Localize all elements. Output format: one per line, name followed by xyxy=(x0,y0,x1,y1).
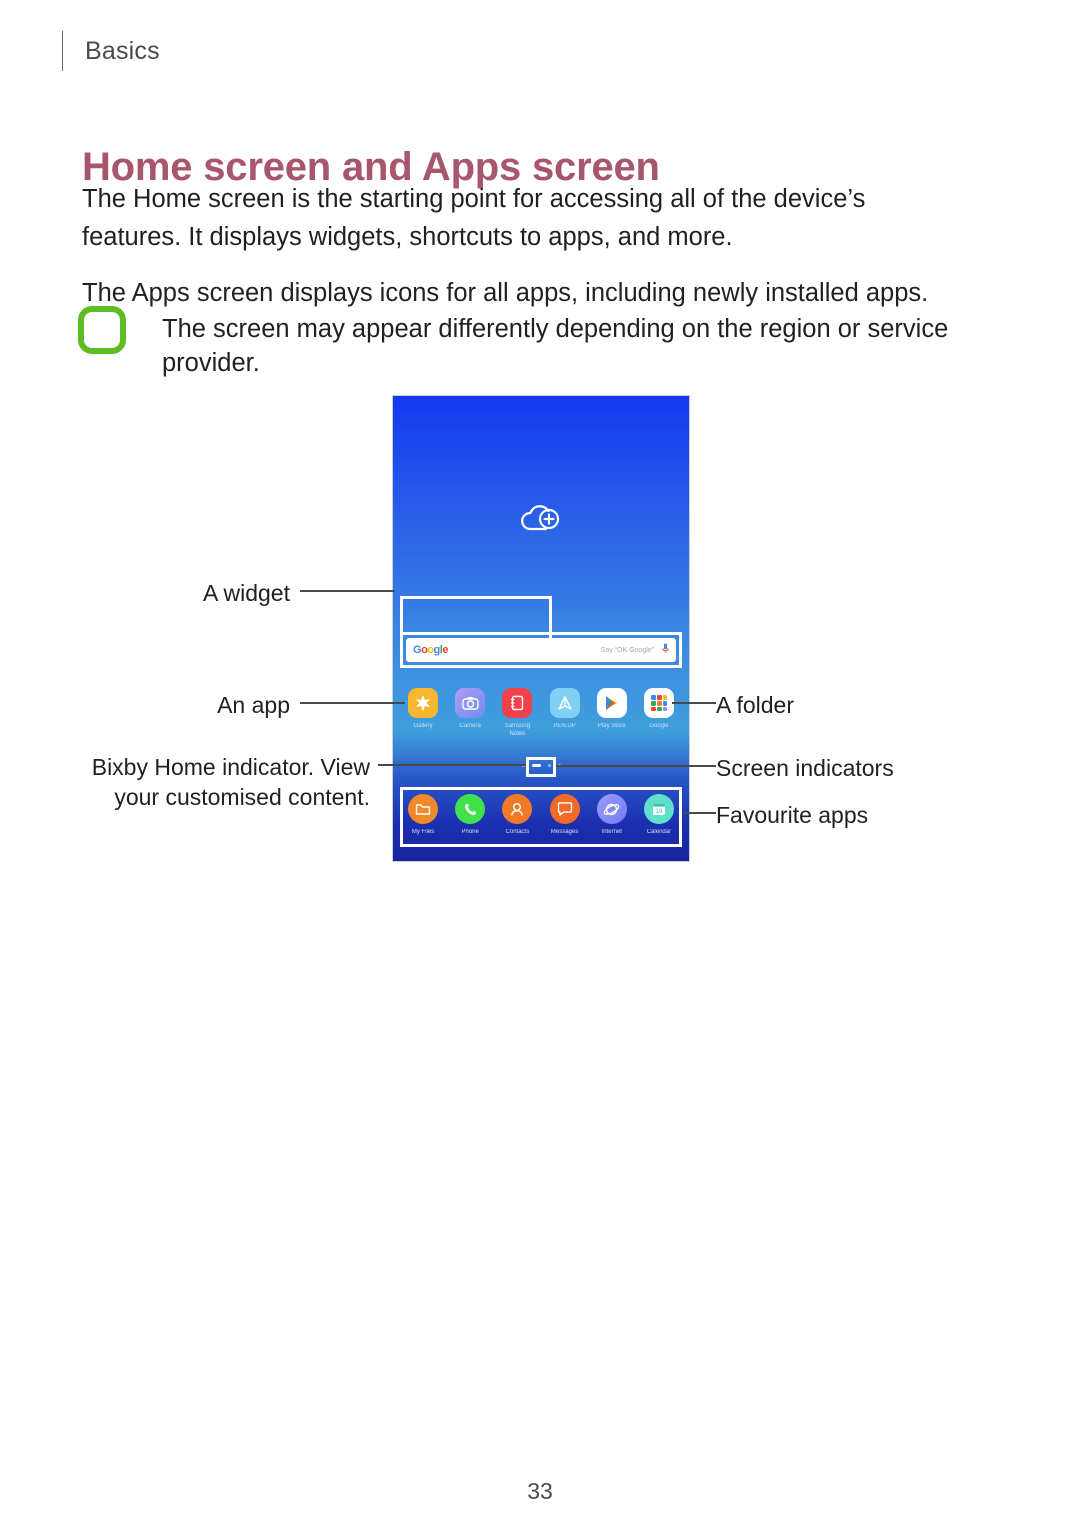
google-logo: Google xyxy=(413,643,448,656)
calendar-icon: 19 xyxy=(643,794,674,824)
page-number: 33 xyxy=(527,1478,553,1504)
google-search-widget[interactable]: Google Say “OK Google” xyxy=(406,638,676,662)
callout-a-folder: A folder xyxy=(716,692,794,718)
running-head-label: Basics xyxy=(85,36,160,65)
app-label: Contacts xyxy=(505,829,530,835)
note-text: The screen may appear differently depend… xyxy=(162,315,949,377)
penup-icon xyxy=(549,688,580,718)
messages-icon xyxy=(549,794,580,824)
note-callout: The screen may appear differently depend… xyxy=(78,306,968,380)
leader-line-bixby-home xyxy=(378,764,526,766)
callout-screen-indicators: Screen indicators xyxy=(716,755,894,781)
dock-icon-my-files[interactable]: My Files xyxy=(401,794,445,836)
dock-icon-messages[interactable]: Messages xyxy=(543,794,587,836)
microphone-icon[interactable] xyxy=(662,641,669,659)
callout-an-app: An app xyxy=(217,692,290,718)
app-folder-google[interactable]: Google xyxy=(637,688,681,738)
my-files-icon xyxy=(408,794,438,824)
screen-indicator-highlight xyxy=(526,757,556,777)
dock-icon-calendar[interactable]: 19 Calendar xyxy=(637,794,681,836)
dock-icon-internet[interactable]: Internet xyxy=(590,794,634,836)
samsung-note-pen-icon xyxy=(78,306,126,354)
app-label: Google xyxy=(649,723,669,729)
app-label: PEN.UP xyxy=(553,723,576,729)
app-label: Camera xyxy=(459,723,481,729)
internet-icon xyxy=(596,794,627,824)
callout-bixby-home: Bixby Home indicator. View your customis… xyxy=(91,754,370,810)
play-store-icon xyxy=(596,688,627,718)
app-row: Gallery Camera Samsung Notes PEN.UP Play… xyxy=(401,688,681,738)
cloud-plus-icon xyxy=(518,504,564,539)
app-icon-play-store[interactable]: Play Store xyxy=(590,688,634,738)
paragraph-1: The Home screen is the starting point fo… xyxy=(82,185,866,251)
leader-line-screen-indicators xyxy=(556,765,716,767)
callout-a-widget: A widget xyxy=(203,580,290,606)
phone-icon xyxy=(455,794,486,824)
search-widget-highlight: Google Say “OK Google” xyxy=(400,632,682,668)
running-head: Basics xyxy=(62,30,160,72)
app-label: Gallery xyxy=(413,723,433,729)
app-label: Phone xyxy=(461,829,479,835)
running-head-divider xyxy=(62,31,63,71)
dock-row: My Files Phone Contacts Messages Interne… xyxy=(401,794,681,836)
app-label: My Files xyxy=(411,829,435,835)
app-label: Calendar xyxy=(646,829,672,835)
google-folder-icon xyxy=(643,688,674,718)
app-label: Messages xyxy=(550,829,579,835)
leader-line-a-folder xyxy=(672,702,716,704)
app-icon-gallery[interactable]: Gallery xyxy=(401,688,445,738)
widget-highlight-bracket xyxy=(400,596,552,639)
contacts-icon xyxy=(502,794,533,824)
app-icon-penup[interactable]: PEN.UP xyxy=(543,688,587,738)
app-label: Internet xyxy=(601,829,622,835)
camera-icon xyxy=(455,688,486,718)
search-hint-text: Say “OK Google” xyxy=(600,646,654,654)
app-icon-samsung-notes[interactable]: Samsung Notes xyxy=(495,688,539,738)
samsung-notes-icon xyxy=(502,688,533,718)
app-icon-camera[interactable]: Camera xyxy=(448,688,492,738)
leader-line-an-app xyxy=(300,702,405,704)
device-screen: Google Say “OK Google” Gallery Camera Sa… xyxy=(393,396,689,861)
app-label: Samsung Notes xyxy=(504,723,531,737)
callout-favourite-apps: Favourite apps xyxy=(716,802,869,828)
gallery-icon xyxy=(408,688,438,718)
leader-line-a-widget xyxy=(300,590,395,592)
leader-line-favourite-apps xyxy=(684,812,716,814)
body-copy: The Home screen is the starting point fo… xyxy=(82,180,962,312)
app-label: Play Store xyxy=(597,723,626,729)
dock-icon-phone[interactable]: Phone xyxy=(448,794,492,836)
svg-text:19: 19 xyxy=(656,809,663,815)
home-screen-figure: Google Say “OK Google” Gallery Camera Sa… xyxy=(0,390,1080,890)
dock-icon-contacts[interactable]: Contacts xyxy=(495,794,539,836)
